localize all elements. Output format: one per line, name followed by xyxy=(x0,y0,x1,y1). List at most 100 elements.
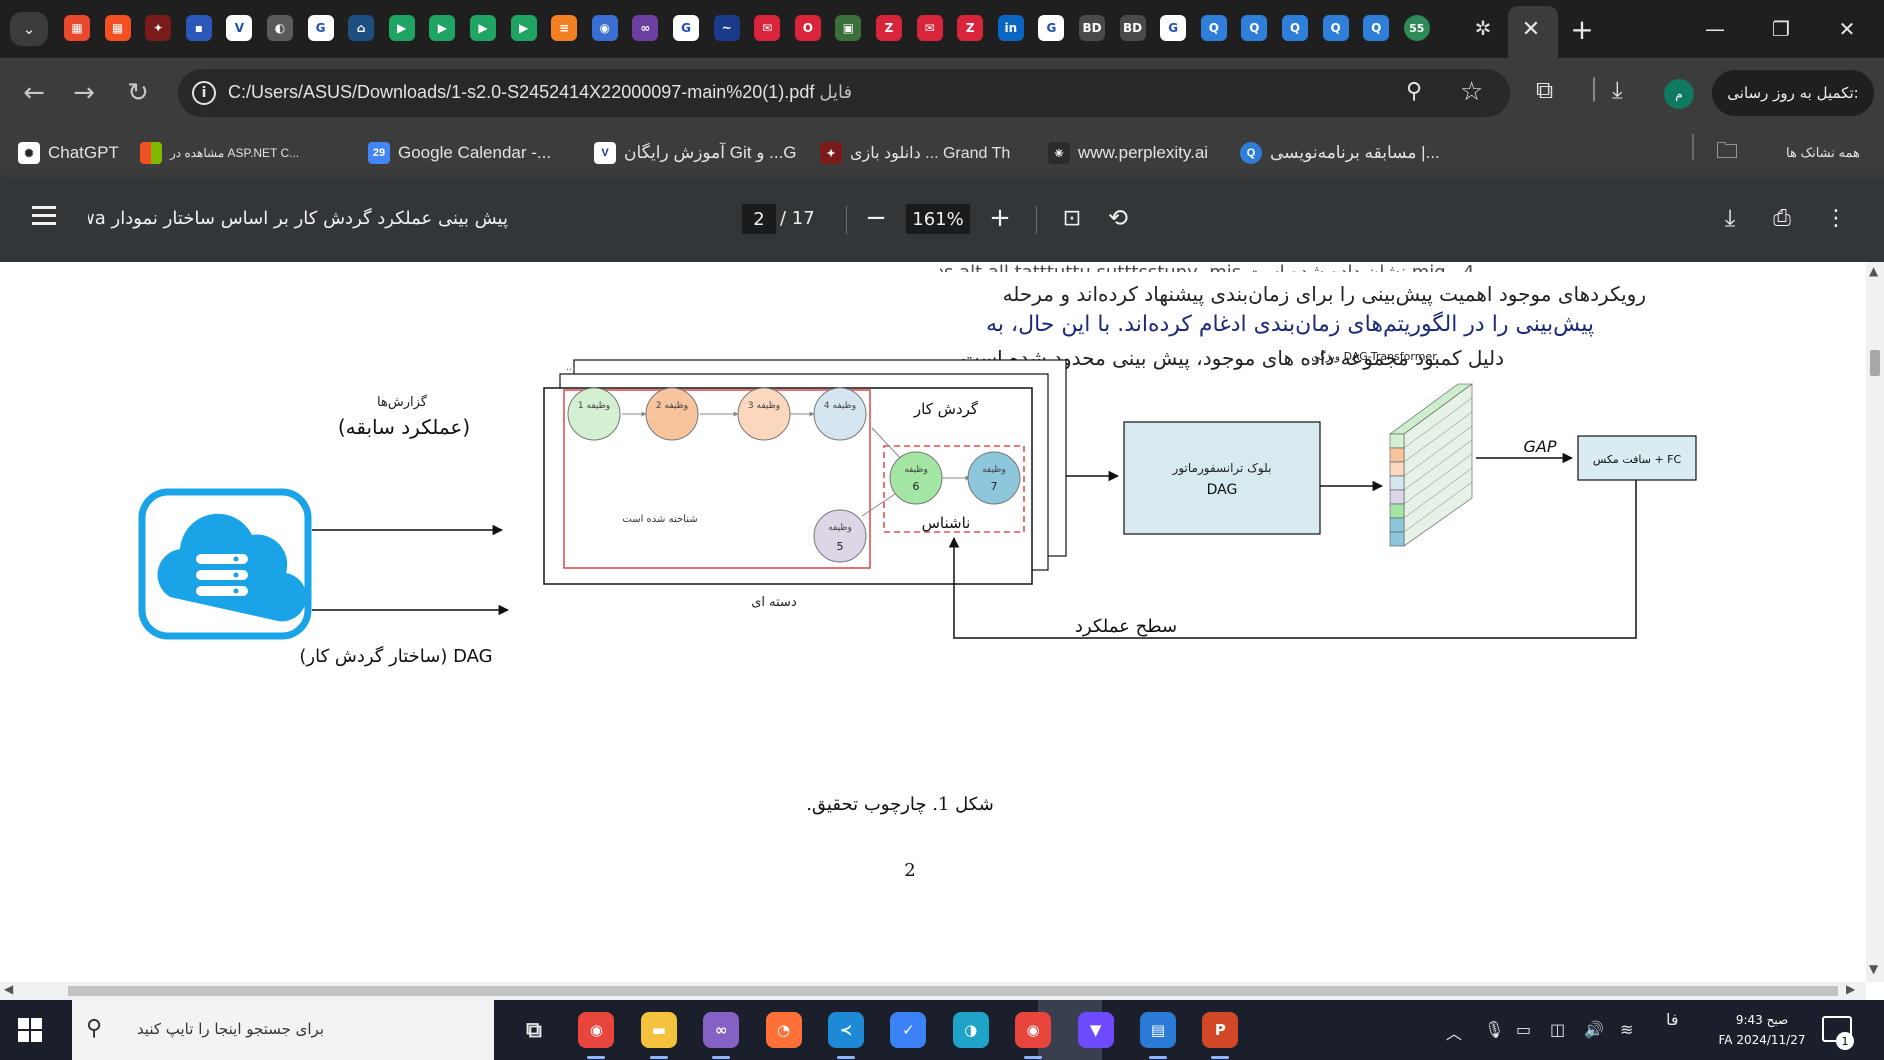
chrome-icon[interactable]: ◉ xyxy=(578,1012,615,1048)
horizontal-scrollbar[interactable]: ◀ ▶ xyxy=(0,982,1866,1000)
zoom-level-input[interactable]: 161% xyxy=(906,204,970,234)
stack-icon[interactable]: ≡ xyxy=(551,15,578,41)
bookmark-star-icon[interactable]: ☆ xyxy=(1460,77,1483,107)
google-icon[interactable]: G xyxy=(1160,15,1187,41)
bd-icon[interactable]: BD xyxy=(1119,15,1146,41)
update-button[interactable]: تکمیل به روز رسانی: xyxy=(1712,70,1874,116)
tab-search-button[interactable]: ⌄ xyxy=(10,12,48,46)
info-icon[interactable]: i xyxy=(192,81,216,105)
camera-icon[interactable]: ◫ xyxy=(1550,1020,1565,1039)
z-icon[interactable]: Z xyxy=(876,15,902,41)
control-panel-icon[interactable]: ▤ xyxy=(1140,1012,1176,1048)
bookmark-asp-net[interactable]: مشاهده در ASP.NET C... xyxy=(140,136,299,170)
vertical-scrollbar[interactable]: ▲ ▼ xyxy=(1866,262,1884,982)
zoom-icon[interactable]: ⚲ xyxy=(1406,79,1422,104)
zoom-out-button[interactable]: − xyxy=(858,200,894,236)
q-icon[interactable]: Q xyxy=(1241,15,1268,41)
todo-icon[interactable]: ✓ xyxy=(890,1012,927,1048)
scroll-thumb[interactable] xyxy=(68,986,1838,996)
all-bookmarks-button[interactable]: 🗀 همه نشانک ها xyxy=(1716,136,1860,170)
scroll-left-icon[interactable]: ◀ xyxy=(4,982,13,996)
restore-button[interactable]: ❐ xyxy=(1756,10,1806,48)
battery-icon[interactable]: ▭ xyxy=(1516,1020,1531,1039)
q-icon[interactable]: Q xyxy=(1200,15,1227,41)
fire-icon[interactable]: ✦ xyxy=(145,15,172,41)
play-icon[interactable]: ▶ xyxy=(510,15,537,41)
fit-page-icon[interactable]: ⊡ xyxy=(1054,200,1090,236)
v-logo-icon[interactable]: V xyxy=(226,15,253,41)
zoom-in-button[interactable]: + xyxy=(982,200,1018,236)
bd-icon[interactable]: BD xyxy=(1079,15,1105,41)
minimize-button[interactable]: — xyxy=(1690,10,1740,48)
scroll-down-icon[interactable]: ▼ xyxy=(1869,962,1878,976)
start-button[interactable] xyxy=(18,1018,42,1042)
vscode-icon[interactable]: ≺ xyxy=(828,1012,864,1048)
bookmark-git-course[interactable]: V آموزش رایگان Git و ...G xyxy=(594,136,797,170)
profile-avatar[interactable]: م xyxy=(1664,79,1694,109)
more-options-icon[interactable]: ⋮ xyxy=(1818,200,1854,236)
infinity-icon[interactable]: ∞ xyxy=(632,15,659,41)
taskbar-search[interactable]: ⚲ برای جستجو اینجا را تایپ کنید xyxy=(72,1000,494,1060)
firefox-icon[interactable]: ◔ xyxy=(765,1012,802,1048)
globe-icon[interactable]: ◐ xyxy=(267,15,293,41)
downloads-icon[interactable]: ⤓ xyxy=(1612,76,1623,104)
play-icon[interactable]: ▶ xyxy=(470,15,496,41)
powerpoint-icon[interactable]: P xyxy=(1202,1012,1239,1048)
mail-icon[interactable]: ✉ xyxy=(754,15,781,41)
q-icon[interactable]: Q xyxy=(1322,15,1349,41)
q-icon[interactable]: Q xyxy=(1282,15,1308,41)
new-tab-button[interactable]: + xyxy=(1567,13,1597,46)
print-icon[interactable]: ⎙ xyxy=(1764,200,1800,236)
bookmark-contest[interactable]: Q مسابقه برنامه‌نویسی |... xyxy=(1240,136,1440,170)
badge-55-icon[interactable]: 55 xyxy=(1403,15,1430,41)
microsoft-store-icon[interactable]: ▦ xyxy=(104,15,131,41)
clock[interactable]: 9:43 صبح FA 2024/11/27 xyxy=(1716,1010,1808,1050)
google-icon[interactable]: G xyxy=(673,15,699,41)
bookmark-chatgpt[interactable]: ✺ ChatGPT xyxy=(18,136,119,170)
scroll-up-icon[interactable]: ▲ xyxy=(1869,264,1878,278)
bird-icon[interactable]: ~ xyxy=(713,15,740,41)
language-indicator[interactable]: فا xyxy=(1666,1010,1679,1029)
microphone-icon[interactable]: 🎙 xyxy=(1484,1020,1504,1039)
google-icon[interactable]: G xyxy=(1038,15,1065,41)
visual-studio-icon[interactable]: ∞ xyxy=(703,1012,740,1048)
chevron-up-icon[interactable]: ︿ xyxy=(1446,1020,1462,1044)
edge-icon[interactable]: ◑ xyxy=(952,1012,989,1048)
pdf-menu-icon[interactable] xyxy=(32,206,56,226)
tab-close-icon[interactable]: ✕ xyxy=(1517,15,1545,43)
task-view-icon[interactable]: ⧉ xyxy=(516,1012,552,1048)
play-icon[interactable]: ▶ xyxy=(388,15,415,41)
forward-button[interactable]: → xyxy=(64,73,104,113)
mortarboard-icon[interactable]: ⌂ xyxy=(348,15,375,41)
file-explorer-icon[interactable]: ▬ xyxy=(640,1012,677,1048)
proton-vpn-icon[interactable]: ▼ xyxy=(1077,1012,1114,1048)
google-icon[interactable]: G xyxy=(307,15,334,41)
opera-icon[interactable]: O xyxy=(794,15,821,41)
bot-icon[interactable]: ◉ xyxy=(591,15,618,41)
reload-button[interactable]: ↻ xyxy=(118,73,158,113)
scroll-right-icon[interactable]: ▶ xyxy=(1846,982,1855,996)
play-icon[interactable]: ▶ xyxy=(429,15,456,41)
linkedin-icon[interactable]: in xyxy=(997,15,1024,41)
address-text[interactable]: C:/Users/ASUS/Downloads/1-s2.0-S2452414X… xyxy=(228,82,852,103)
back-button[interactable]: ← xyxy=(14,73,54,113)
q-icon[interactable]: Q xyxy=(1363,15,1390,41)
close-window-button[interactable]: ✕ xyxy=(1822,10,1872,48)
microsoft-office-icon[interactable]: ▦ xyxy=(64,15,90,41)
z-icon[interactable]: Z xyxy=(957,15,984,41)
bookmark-game-download[interactable]: ✦ دانلود بازی ... Grand Th xyxy=(820,136,1010,170)
address-bar[interactable]: i C:/Users/ASUS/Downloads/1-s2.0-S245241… xyxy=(178,69,1510,117)
blue-square-icon[interactable]: ▪ xyxy=(185,15,212,41)
grid-icon[interactable]: ▣ xyxy=(835,15,862,41)
download-icon[interactable]: ⤓ xyxy=(1712,200,1748,236)
bookmark-google-calendar[interactable]: 29 Google Calendar -... xyxy=(368,136,551,170)
mail-icon[interactable]: ✉ xyxy=(916,15,943,41)
wifi-icon[interactable]: ≋ xyxy=(1620,1020,1633,1039)
rotate-icon[interactable]: ⟲ xyxy=(1100,200,1136,236)
scroll-thumb[interactable] xyxy=(1870,350,1880,376)
volume-icon[interactable]: 🔊 xyxy=(1584,1020,1604,1039)
bookmark-perplexity[interactable]: ✳ www.perplexity.ai xyxy=(1048,136,1208,170)
page-number-input[interactable]: 2 xyxy=(742,204,776,234)
chrome-profile-icon[interactable]: ◉ xyxy=(1015,1012,1052,1048)
extensions-icon[interactable]: ⧉ xyxy=(1536,76,1553,104)
